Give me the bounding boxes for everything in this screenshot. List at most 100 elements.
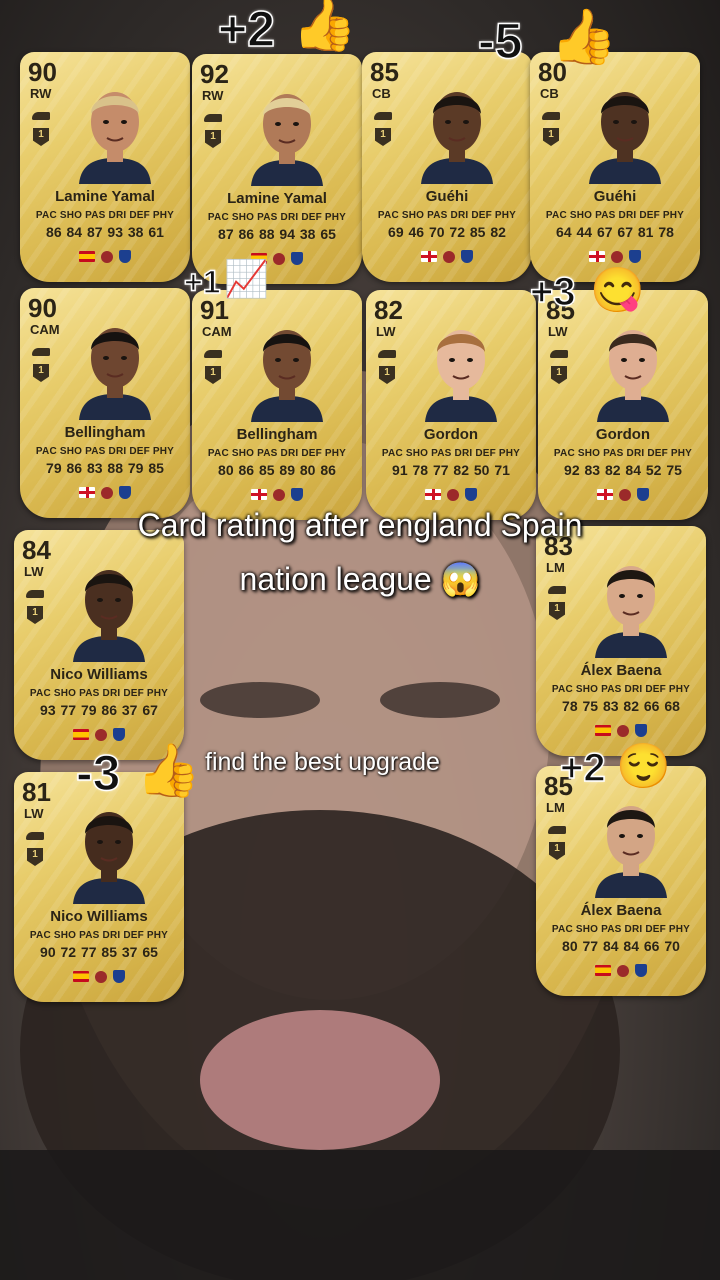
card-position: RW: [202, 88, 224, 103]
player-photo: [251, 330, 323, 422]
club-crest-icon: [461, 250, 473, 264]
stat-labels: PAC SHO PAS DRI DEF PHY: [377, 210, 517, 221]
evolution-badge-icon: 1: [27, 606, 43, 624]
player-name: Nico Williams: [50, 908, 148, 925]
card-badges: [14, 968, 184, 984]
evolution-badge-icon: 1: [551, 366, 567, 384]
evolution-badge-icon: 1: [205, 366, 221, 384]
stat-labels: PAC SHO PAS DRI DEF PHY: [551, 684, 691, 695]
stat-values: 78 75 83 82 66 68: [562, 698, 680, 714]
nation-flag-icon: [79, 251, 95, 263]
player-photo: [425, 330, 497, 422]
card-position: CAM: [202, 324, 232, 339]
club-crest-icon: [629, 250, 641, 264]
card-badges: [20, 484, 190, 500]
stat-labels: PAC SHO PAS DRI DEF PHY: [551, 924, 691, 935]
nation-flag-icon: [73, 729, 89, 741]
boot-icon: [204, 114, 222, 122]
player-name: Álex Baena: [580, 662, 662, 679]
card-position: LW: [24, 564, 44, 579]
player-photo: [79, 328, 151, 420]
stat-labels: PAC SHO PAS DRI DEF PHY: [35, 446, 175, 457]
player-name: Álex Baena: [580, 902, 662, 919]
evolution-badge-icon: 1: [33, 364, 49, 382]
card-badges: [530, 248, 700, 264]
card-badges: [536, 722, 706, 738]
player-name: Nico Williams: [50, 666, 148, 683]
card-rating: 82: [374, 295, 403, 325]
league-icon: [101, 486, 113, 499]
nation-flag-icon: [79, 487, 95, 499]
stat-values: 64 44 67 67 81 78: [556, 224, 674, 240]
evolution-badge-icon: 1: [543, 128, 559, 146]
player-name: Gordon: [423, 426, 479, 443]
club-crest-icon: [113, 970, 125, 984]
stat-values: 92 83 82 84 52 75: [564, 462, 682, 478]
card-rating: 84: [22, 535, 51, 565]
stat-values: 91 78 77 82 50 71: [392, 462, 510, 478]
card-rating: 90: [28, 293, 57, 323]
nation-flag-icon: [421, 251, 437, 263]
player-card: 92 RW 1 Lamine Yamal PAC SHO PAS DRI DEF PHY…: [192, 54, 362, 284]
face-savoring-food-icon: 😋: [590, 266, 645, 315]
card-position: LM: [546, 800, 565, 815]
rating-delta: -3: [75, 744, 121, 802]
player-photo: [597, 330, 669, 422]
nation-flag-icon: [73, 971, 89, 983]
player-card: 82 LW 1 Gordon PAC SHO PAS DRI DEF PHY 91 78 …: [366, 290, 536, 520]
player-name: Bellingham: [64, 424, 146, 441]
league-icon: [273, 252, 285, 265]
card-position: CAM: [30, 322, 60, 337]
card-position: LW: [376, 324, 396, 339]
player-name: Guéhi: [593, 188, 637, 205]
caption-line-2: nation league 😱: [239, 561, 481, 597]
stat-values: 80 77 84 84 66 70: [562, 938, 680, 954]
evolution-badge-icon: 1: [549, 842, 565, 860]
rating-delta: +2: [559, 745, 606, 791]
club-crest-icon: [291, 252, 303, 266]
stat-labels: PAC SHO PAS DRI DEF PHY: [35, 210, 175, 221]
stat-labels: PAC SHO PAS DRI DEF PHY: [207, 448, 347, 459]
player-card: 90 CAM 1 Bellingham PAC SHO PAS DRI DEF PHY 7…: [20, 288, 190, 518]
club-crest-icon: [119, 250, 131, 264]
card-rating: 92: [200, 59, 229, 89]
card-badges: [536, 962, 706, 978]
stat-labels: PAC SHO PAS DRI DEF PHY: [207, 212, 347, 223]
boot-icon: [26, 590, 44, 598]
league-icon: [617, 964, 629, 977]
stat-labels: PAC SHO PAS DRI DEF PHY: [29, 930, 169, 941]
nation-flag-icon: [595, 725, 611, 737]
league-icon: [95, 970, 107, 983]
league-icon: [101, 250, 113, 263]
stat-values: 79 86 83 88 79 85: [46, 460, 164, 476]
stat-labels: PAC SHO PAS DRI DEF PHY: [29, 688, 169, 699]
rating-delta: -5: [477, 12, 523, 70]
card-badges: [192, 250, 362, 266]
league-icon: [611, 250, 623, 263]
stat-labels: PAC SHO PAS DRI DEF PHY: [545, 210, 685, 221]
stat-labels: PAC SHO PAS DRI DEF PHY: [553, 448, 693, 459]
stat-values: 93 77 79 86 37 67: [40, 702, 158, 718]
subcaption: find the best upgrade: [205, 748, 440, 776]
stat-values: 69 46 70 72 85 82: [388, 224, 506, 240]
evolution-badge-icon: 1: [375, 128, 391, 146]
player-photo: [589, 92, 661, 184]
player-card: 90 RW 1 Lamine Yamal PAC SHO PAS DRI DEF PHY…: [20, 52, 190, 282]
player-card: 91 CAM 1 Bellingham PAC SHO PAS DRI DEF PHY 8…: [192, 290, 362, 520]
club-crest-icon: [113, 728, 125, 742]
player-card: 85 LW 1 Gordon PAC SHO PAS DRI DEF PHY 92 83 …: [538, 290, 708, 520]
card-badges: [14, 726, 184, 742]
card-rating: 81: [22, 777, 51, 807]
player-photo: [421, 92, 493, 184]
relieved-face-icon: 😌: [616, 742, 671, 791]
evolution-badge-icon: 1: [27, 848, 43, 866]
evolution-badge-icon: 1: [379, 366, 395, 384]
boot-icon: [374, 112, 392, 120]
thumbs-up-icon: 👍: [550, 7, 618, 67]
card-rating: 90: [28, 57, 57, 87]
league-icon: [443, 250, 455, 263]
player-name: Guéhi: [425, 188, 469, 205]
card-position: CB: [372, 86, 391, 101]
card-position: LW: [24, 806, 44, 821]
player-photo: [79, 92, 151, 184]
